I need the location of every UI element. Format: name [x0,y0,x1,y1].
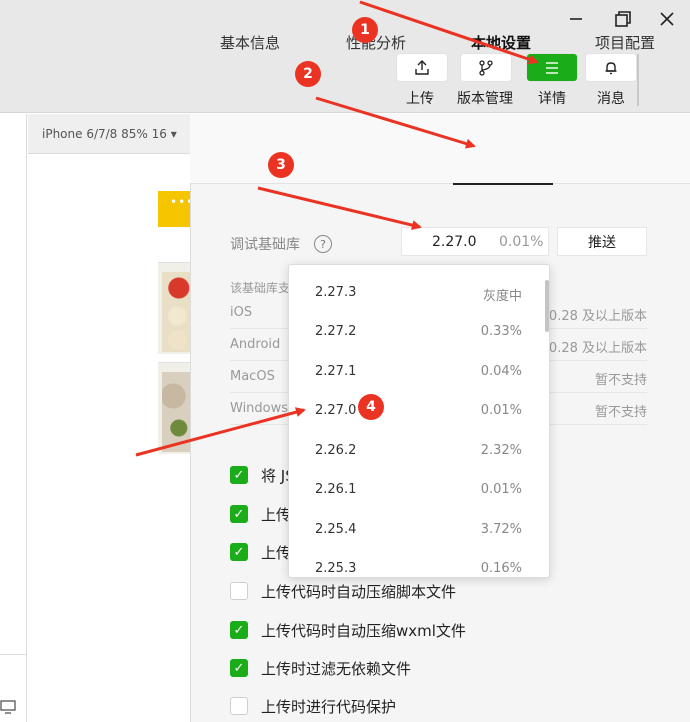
dropdown-option[interactable]: 2.27.2 0.33% [289,312,539,351]
minimize-icon[interactable] [561,4,591,34]
option-version: 2.25.4 [315,522,357,537]
checkbox-label: 上传代码时自动压缩脚本文件 [261,583,457,601]
option-version: 2.25.3 [315,561,357,576]
checkbox-label: 上传 [261,544,292,562]
menu-icon [546,61,558,74]
platform-name: Android [230,337,281,352]
selected-version: 2.27.0 [432,234,477,250]
messages-label: 消息 [597,91,625,107]
setting-filter-unused[interactable]: ✓ 上传时过滤无依赖文件 [230,657,650,679]
device-selector[interactable]: iPhone 6/7/8 85% 16 ▾ [42,127,177,141]
annotation-badge: 2 [295,61,321,87]
dropdown-option[interactable]: 2.26.1 0.01% [289,470,539,509]
dropdown-option[interactable]: 2.25.4 3.72% [289,510,539,549]
upload-label: 上传 [406,91,434,107]
version-manage-label: 版本管理 [457,91,513,107]
option-percent: 灰度中 [482,289,522,304]
version-dropdown: 2.27.3 灰度中 2.27.2 0.33% 2.27.1 0.04% 2.2… [288,264,550,578]
checkbox[interactable]: ✓ [230,466,248,484]
messages-button[interactable] [586,54,636,81]
checkbox-label: 上传代码时自动压缩wxml文件 [261,622,466,640]
option-percent: 3.72% [480,522,522,537]
dropdown-option[interactable]: 2.27.1 0.04% [289,352,539,391]
option-percent: 0.01% [480,403,522,418]
bell-icon [605,61,617,74]
option-percent: 0.04% [480,364,522,379]
platform-support: 0.28 及以上版本 [548,341,647,356]
annotation-badge: 3 [268,152,294,178]
checkbox-label: 上传时进行代码保护 [261,698,397,716]
checkbox[interactable] [230,697,248,715]
dropdown-option[interactable]: 2.27.3 灰度中 [289,273,539,312]
dropdown-option[interactable]: 2.27.0 0.01% [289,391,539,430]
option-percent: 0.33% [480,324,522,339]
option-version: 2.27.3 [315,285,357,300]
dropdown-scrollbar[interactable] [545,280,549,332]
simulator-header: iPhone 6/7/8 85% 16 ▾ [28,114,190,154]
branch-icon [479,59,493,76]
setting-minify-script[interactable]: 上传代码时自动压缩脚本文件 [230,580,650,602]
version-manage-button[interactable] [461,54,511,81]
checkbox[interactable]: ✓ [230,505,248,523]
food-image [162,272,190,352]
platform-support: 0.28 及以上版本 [548,309,647,324]
annotation-badge: 1 [352,17,378,43]
option-percent: 0.16% [480,561,522,576]
annotation-badge: 4 [358,394,384,420]
checkbox[interactable]: ✓ [230,621,248,639]
platform-support: 暂不支持 [594,373,647,388]
debug-lib-label: 调试基础库 [230,237,300,253]
option-version: 2.27.0 [315,403,357,418]
checkbox-label: 上传 [261,506,292,524]
checkbox-label: 上传时过滤无依赖文件 [261,660,412,678]
option-version: 2.26.2 [315,443,357,458]
close-icon[interactable] [652,4,682,34]
restore-icon[interactable] [608,4,638,34]
option-version: 2.26.1 [315,482,357,497]
help-icon[interactable]: ? [314,235,332,253]
left-strip-divider [0,654,27,655]
platform-name: iOS [230,305,253,320]
dropdown-option[interactable]: 2.25.3 0.16% [289,549,539,577]
platform-name: Windows [230,401,289,416]
lib-support-hint: 该基础库支持 [230,281,288,295]
left-strip [0,114,27,722]
platform-name: MacOS [230,369,275,384]
debug-lib-select[interactable]: 2.27.0 0.01% [401,227,549,256]
dropdown-option[interactable]: 2.26.2 2.32% [289,431,539,470]
option-percent: 2.32% [480,443,522,458]
platform-support: 暂不支持 [594,405,647,420]
upload-button[interactable] [397,54,447,81]
setting-minify-wxml[interactable]: ✓ 上传代码时自动压缩wxml文件 [230,619,650,641]
toolbar-divider [637,54,639,106]
monitor-icon[interactable] [0,699,16,715]
push-button[interactable]: 推送 [557,227,647,256]
selected-version-percent: 0.01% [499,234,544,250]
food-image [162,372,190,452]
option-version: 2.27.1 [315,364,357,379]
tab-bar [190,114,690,184]
tab-local-settings[interactable]: 本地设置 [471,32,531,53]
details-button[interactable] [527,54,577,81]
details-label: 详情 [538,91,566,107]
option-version: 2.27.2 [315,324,357,339]
checkbox[interactable]: ✓ [230,543,248,561]
tab-basic-info[interactable]: 基本信息 [220,32,280,53]
active-tab-indicator [453,183,553,185]
option-percent: 0.01% [480,482,522,497]
checkbox[interactable] [230,582,248,600]
checkbox[interactable]: ✓ [230,659,248,677]
tab-project-config[interactable]: 项目配置 [595,32,655,53]
upload-icon [415,59,429,75]
setting-code-protect[interactable]: 上传时进行代码保护 [230,695,650,717]
